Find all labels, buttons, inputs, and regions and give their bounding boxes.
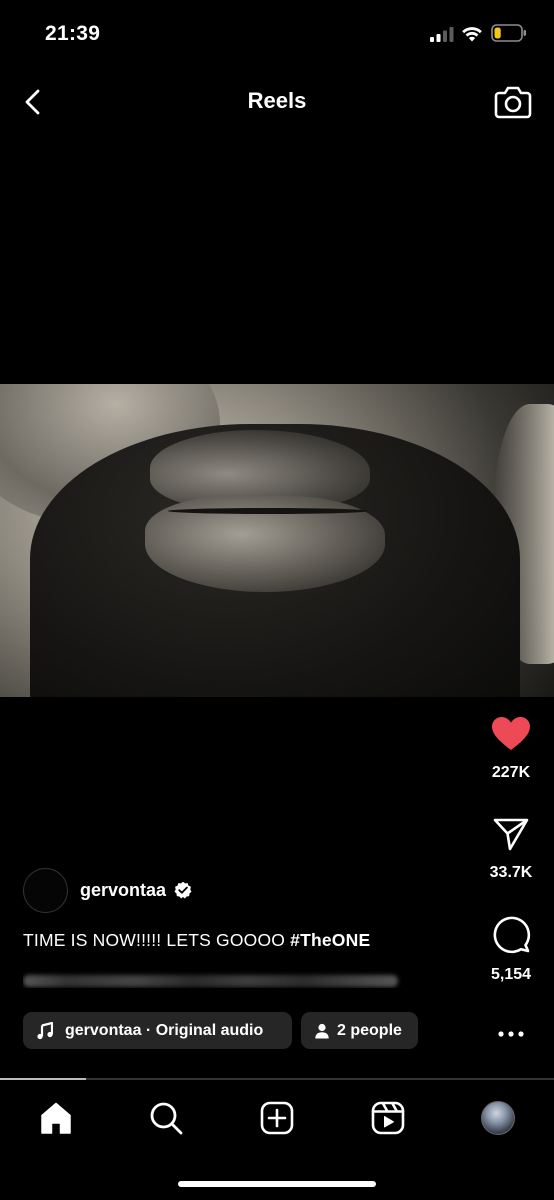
wifi-icon <box>462 27 482 42</box>
audio-label: gervontaa · Original audio <box>65 1021 264 1039</box>
blurred-text <box>23 975 398 987</box>
create-icon[interactable] <box>259 1100 295 1136</box>
tagged-people-button[interactable]: 2 people <box>301 1012 418 1049</box>
share-button[interactable]: 33.7K <box>476 816 546 882</box>
comment-count: 5,154 <box>490 966 532 983</box>
author-username[interactable]: gervontaa <box>80 880 166 901</box>
battery-icon <box>491 24 526 42</box>
camera-icon[interactable] <box>494 83 532 119</box>
reels-icon[interactable] <box>370 1100 406 1136</box>
search-icon[interactable] <box>148 1100 184 1136</box>
comment-icon[interactable] <box>491 914 531 954</box>
caption-hashtag[interactable]: #TheONE <box>290 930 370 950</box>
share-count: 33.7K <box>489 864 533 881</box>
author-avatar[interactable] <box>23 867 68 913</box>
status-time: 21:39 <box>45 22 101 45</box>
post-caption[interactable]: TIME IS NOW!!!!! LETS GOOOO #TheONE <box>23 930 370 951</box>
send-icon[interactable] <box>492 816 530 852</box>
caption-continuation-blurred[interactable] <box>23 970 403 988</box>
heart-icon[interactable] <box>491 716 531 752</box>
video-mouth-line <box>168 508 368 514</box>
status-bar: 21:39 <box>0 0 554 70</box>
header: Reels <box>0 78 554 126</box>
music-note-icon <box>37 1021 53 1039</box>
nav-reels[interactable] <box>368 1098 408 1138</box>
profile-avatar[interactable] <box>481 1101 515 1135</box>
nav-home[interactable] <box>36 1098 76 1138</box>
original-audio-button[interactable]: gervontaa · Original audio <box>23 1012 292 1049</box>
person-icon <box>315 1023 329 1038</box>
cellular-signal-icon <box>430 27 454 42</box>
reel-video[interactable] <box>0 384 554 697</box>
verified-badge-icon <box>174 881 192 899</box>
caption-text: TIME IS NOW!!!!! LETS GOOOO <box>23 930 291 950</box>
nav-search[interactable] <box>146 1098 186 1138</box>
nav-profile[interactable] <box>478 1098 518 1138</box>
home-icon[interactable] <box>38 1100 74 1136</box>
like-button[interactable]: 227K <box>476 716 546 782</box>
people-label: 2 people <box>337 1021 402 1039</box>
comment-button[interactable]: 5,154 <box>476 914 546 984</box>
page-title: Reels <box>247 88 307 113</box>
nav-create[interactable] <box>257 1098 297 1138</box>
home-indicator[interactable] <box>178 1181 376 1187</box>
more-options-icon[interactable] <box>494 1022 528 1046</box>
post-author[interactable]: gervontaa <box>23 867 192 913</box>
like-count: 227K <box>491 764 531 781</box>
